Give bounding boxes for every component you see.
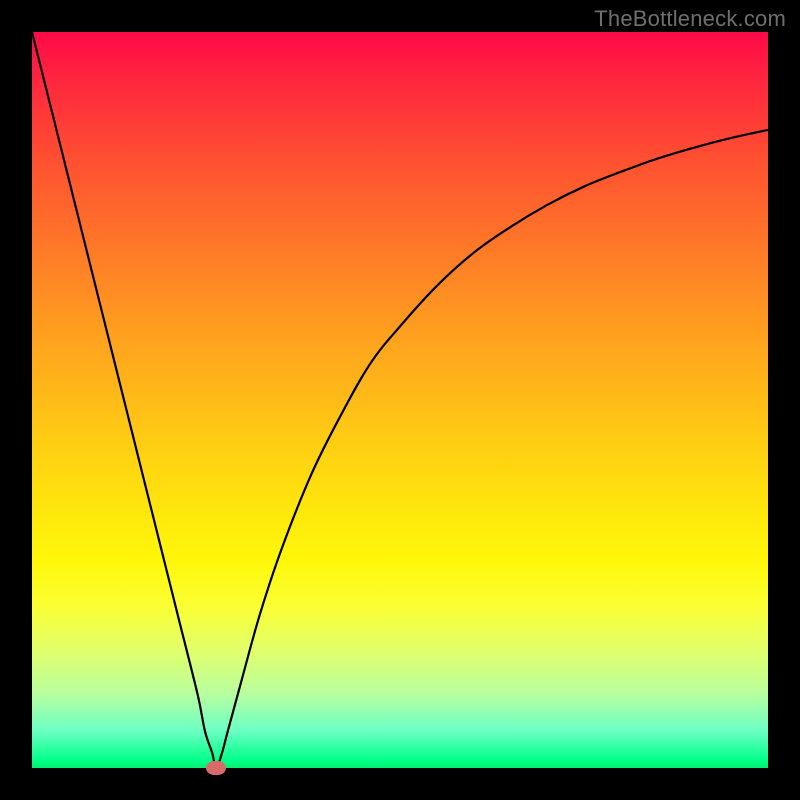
min-marker xyxy=(206,761,226,775)
chart-frame: TheBottleneck.com xyxy=(0,0,800,800)
plot-area xyxy=(32,32,768,768)
curve-path xyxy=(32,32,768,768)
watermark: TheBottleneck.com xyxy=(594,6,786,32)
curve-layer xyxy=(32,32,768,768)
